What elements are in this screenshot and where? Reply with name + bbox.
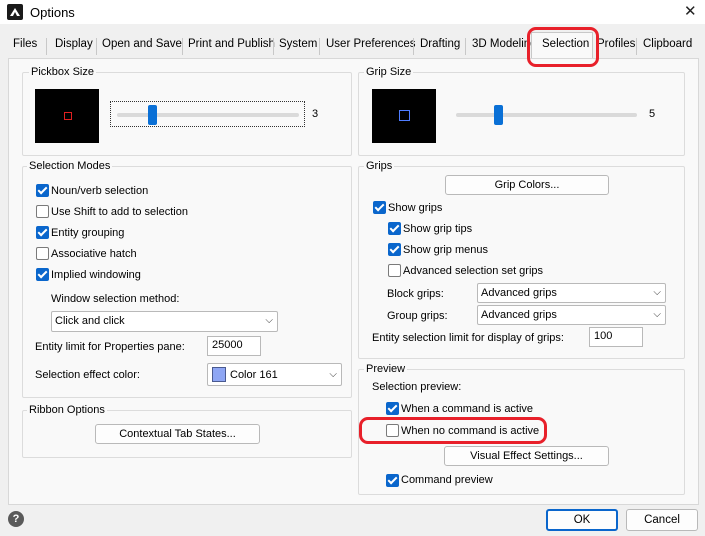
- show-grip-menus-checkbox[interactable]: [388, 243, 401, 256]
- title-bar: [0, 0, 705, 24]
- use-shift-label: Use Shift to add to selection: [51, 206, 188, 218]
- show-grip-tips-label: Show grip tips: [403, 223, 473, 235]
- tab-files[interactable]: Files: [13, 38, 37, 54]
- grip-size-title: Grip Size: [364, 66, 414, 78]
- ribbon-options-title: Ribbon Options: [27, 404, 107, 416]
- show-grips-checkbox[interactable]: [373, 201, 386, 214]
- grip-colors-button[interactable]: Grip Colors...: [445, 175, 609, 195]
- pickbox-preview: [35, 89, 99, 143]
- entity-grouping-label: Entity grouping: [51, 227, 125, 239]
- tab-print-and-publish[interactable]: Print and Publish: [188, 38, 275, 54]
- noun-verb-checkbox[interactable]: [36, 184, 49, 197]
- contextual-tab-states-button[interactable]: Contextual Tab States...: [95, 424, 260, 444]
- block-grips-label: Block grips:: [387, 288, 444, 300]
- when-no-command-highlight: [359, 417, 547, 444]
- pickbox-size-title: Pickbox Size: [29, 66, 96, 78]
- implied-windowing-checkbox[interactable]: [36, 268, 49, 281]
- group-grips-label: Group grips:: [387, 310, 448, 322]
- show-grips-label: Show grips: [388, 202, 443, 214]
- when-command-active-checkbox[interactable]: [386, 402, 399, 415]
- grip-limit-input[interactable]: 100: [589, 327, 643, 347]
- chevron-down-icon: ⌵: [265, 315, 273, 326]
- tab-profiles[interactable]: Profiles: [597, 38, 635, 54]
- effect-color-label: Selection effect color:: [35, 369, 140, 381]
- help-icon[interactable]: ?: [8, 511, 24, 527]
- implied-windowing-label: Implied windowing: [51, 269, 141, 281]
- associative-hatch-checkbox[interactable]: [36, 247, 49, 260]
- window-method-select[interactable]: Click and click ⌵: [51, 311, 278, 332]
- block-grips-select[interactable]: Advanced grips ⌵: [477, 283, 666, 303]
- tab-user-preferences[interactable]: User Preferences: [326, 38, 415, 54]
- associative-hatch-label: Associative hatch: [51, 248, 137, 260]
- grip-preview: [372, 89, 436, 143]
- color-swatch: [212, 367, 226, 382]
- grip-limit-label: Entity selection limit for display of gr…: [372, 332, 564, 344]
- noun-verb-label: Noun/verb selection: [51, 185, 149, 197]
- entity-limit-label: Entity limit for Properties pane:: [35, 341, 185, 353]
- grips-title: Grips: [364, 160, 395, 172]
- command-preview-checkbox[interactable]: [386, 474, 399, 487]
- preview-title: Preview: [364, 363, 408, 375]
- advanced-selection-grips-checkbox[interactable]: [388, 264, 401, 277]
- effect-color-select[interactable]: Color 161 ⌵: [207, 363, 342, 386]
- pickbox-slider-thumb[interactable]: [147, 105, 157, 125]
- grip-slider-thumb[interactable]: [493, 105, 503, 125]
- pickbox-slider-track[interactable]: [117, 113, 299, 117]
- tab-system[interactable]: System: [279, 38, 317, 54]
- grip-size-value: 5: [649, 108, 656, 120]
- advanced-selection-grips-label: Advanced selection set grips: [403, 265, 544, 277]
- group-grips-select[interactable]: Advanced grips ⌵: [477, 305, 666, 325]
- chevron-down-icon: ⌵: [653, 309, 661, 320]
- tab-display[interactable]: Display: [55, 38, 93, 54]
- entity-limit-input[interactable]: 25000: [207, 336, 261, 356]
- pickbox-value: 3: [312, 108, 319, 120]
- ok-button[interactable]: OK: [546, 509, 618, 531]
- app-icon: [7, 4, 23, 20]
- chevron-down-icon: ⌵: [653, 287, 661, 298]
- visual-effect-settings-button[interactable]: Visual Effect Settings...: [444, 446, 609, 466]
- grip-slider-track[interactable]: [456, 113, 637, 117]
- window-title: Options: [30, 5, 75, 20]
- use-shift-checkbox[interactable]: [36, 205, 49, 218]
- window-method-label: Window selection method:: [51, 293, 180, 305]
- cancel-button[interactable]: Cancel: [626, 509, 698, 531]
- grip-square: [399, 110, 410, 121]
- show-grip-tips-checkbox[interactable]: [388, 222, 401, 235]
- entity-grouping-checkbox[interactable]: [36, 226, 49, 239]
- selection-tab-highlight: [527, 27, 599, 67]
- close-icon[interactable]: ✕: [684, 4, 697, 20]
- when-command-active-label: When a command is active: [401, 403, 534, 415]
- tab-clipboard[interactable]: Clipboard: [643, 38, 692, 54]
- pickbox-square: [64, 112, 72, 120]
- chevron-down-icon: ⌵: [329, 369, 337, 380]
- tab-open-and-save[interactable]: Open and Save: [102, 38, 182, 54]
- show-grip-menus-label: Show grip menus: [403, 244, 488, 256]
- command-preview-label: Command preview: [401, 474, 493, 486]
- selection-preview-label: Selection preview:: [372, 381, 462, 393]
- selection-modes-title: Selection Modes: [27, 160, 113, 172]
- tab-drafting[interactable]: Drafting: [420, 38, 460, 54]
